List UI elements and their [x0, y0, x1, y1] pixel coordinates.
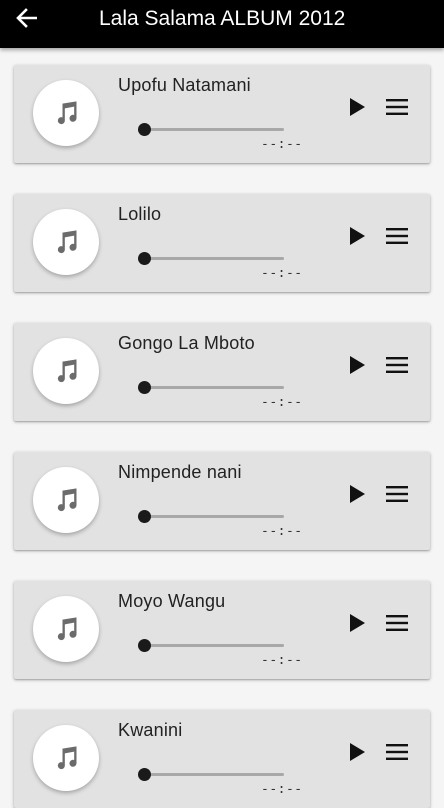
- menu-icon: [386, 486, 408, 502]
- seek-bar[interactable]: [138, 381, 284, 395]
- seek-bar[interactable]: [138, 252, 284, 266]
- play-icon: [350, 743, 365, 761]
- time-label: --:--: [261, 524, 303, 539]
- play-button[interactable]: [347, 612, 367, 634]
- seek-track: [144, 644, 284, 647]
- album-art: [33, 467, 99, 533]
- seek-track: [144, 773, 284, 776]
- seek-bar[interactable]: [138, 123, 284, 137]
- music-note-icon: [57, 488, 77, 512]
- seek-thumb[interactable]: [138, 123, 151, 136]
- play-button[interactable]: [347, 354, 367, 376]
- seek-track: [144, 386, 284, 389]
- music-note-icon: [57, 101, 77, 125]
- play-icon: [350, 485, 365, 503]
- song-card: Lolilo --:--: [14, 194, 430, 292]
- song-title: Lolilo: [118, 204, 162, 224]
- menu-icon: [386, 99, 408, 115]
- song-card: Moyo Wangu --:--: [14, 581, 430, 679]
- song-title: Kwanini: [118, 720, 183, 740]
- seek-track: [144, 128, 284, 131]
- music-note-icon: [57, 617, 77, 641]
- album-art: [33, 338, 99, 404]
- seek-bar[interactable]: [138, 639, 284, 653]
- menu-icon: [386, 228, 408, 244]
- play-icon: [350, 614, 365, 632]
- song-card: Kwanini --:--: [14, 710, 430, 808]
- song-card: Gongo La Mboto --:--: [14, 323, 430, 421]
- arrow-left-icon: [16, 8, 37, 28]
- album-art: [33, 596, 99, 662]
- song-title: Nimpende nani: [118, 462, 242, 482]
- play-button[interactable]: [347, 483, 367, 505]
- seek-track: [144, 515, 284, 518]
- seek-thumb[interactable]: [138, 381, 151, 394]
- seek-thumb[interactable]: [138, 768, 151, 781]
- app-bar: Lala Salama ALBUM 2012: [0, 0, 444, 48]
- song-card: Upofu Natamani --:--: [14, 65, 430, 163]
- music-note-icon: [57, 230, 77, 254]
- menu-button[interactable]: [385, 741, 409, 763]
- seek-track: [144, 257, 284, 260]
- seek-bar[interactable]: [138, 768, 284, 782]
- album-art: [33, 725, 99, 791]
- time-label: --:--: [261, 137, 303, 152]
- time-label: --:--: [261, 653, 303, 668]
- play-button[interactable]: [347, 741, 367, 763]
- menu-button[interactable]: [385, 96, 409, 118]
- play-button[interactable]: [347, 225, 367, 247]
- menu-icon: [386, 744, 408, 760]
- menu-button[interactable]: [385, 225, 409, 247]
- back-button[interactable]: [16, 6, 48, 30]
- menu-icon: [386, 357, 408, 373]
- play-icon: [350, 356, 365, 374]
- play-icon: [350, 227, 365, 245]
- music-note-icon: [57, 359, 77, 383]
- song-title: Moyo Wangu: [118, 591, 226, 611]
- play-icon: [350, 98, 365, 116]
- menu-button[interactable]: [385, 354, 409, 376]
- album-art: [33, 209, 99, 275]
- song-card: Nimpende nani --:--: [14, 452, 430, 550]
- page-title: Lala Salama ALBUM 2012: [99, 7, 346, 30]
- song-title: Gongo La Mboto: [118, 333, 255, 353]
- seek-bar[interactable]: [138, 510, 284, 524]
- album-art: [33, 80, 99, 146]
- seek-thumb[interactable]: [138, 252, 151, 265]
- play-button[interactable]: [347, 96, 367, 118]
- seek-thumb[interactable]: [138, 510, 151, 523]
- menu-button[interactable]: [385, 483, 409, 505]
- time-label: --:--: [261, 395, 303, 410]
- menu-icon: [386, 615, 408, 631]
- menu-button[interactable]: [385, 612, 409, 634]
- song-title: Upofu Natamani: [118, 75, 251, 95]
- time-label: --:--: [261, 782, 303, 797]
- music-note-icon: [57, 746, 77, 770]
- time-label: --:--: [261, 266, 303, 281]
- seek-thumb[interactable]: [138, 639, 151, 652]
